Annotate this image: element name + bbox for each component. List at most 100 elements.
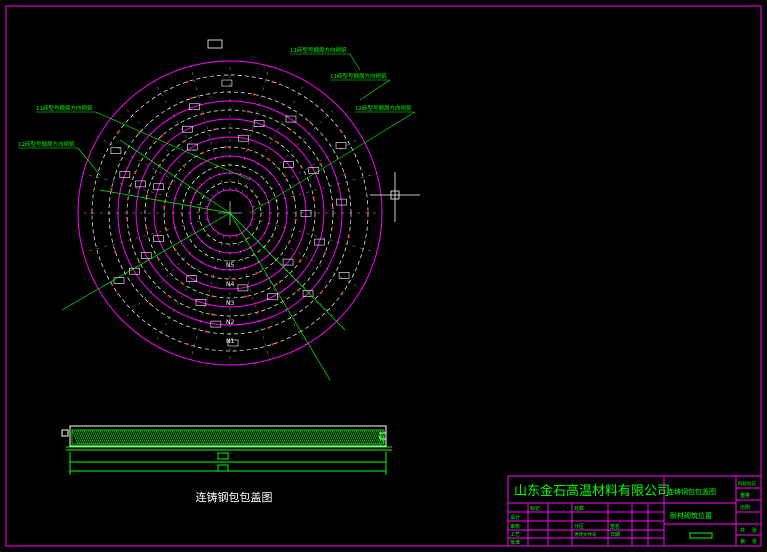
- brick-accent: [247, 148, 250, 151]
- brick-accent: [331, 206, 334, 209]
- leader-line: [349, 53, 361, 71]
- brick-accent: [190, 265, 193, 268]
- lid-plan-view: 11砖型号顺周方向砌筑 11砖型号顺周方向砌筑 11砖型号顺周方向砌筑 12砖型号顺周…: [18, 39, 420, 381]
- brick-outline: [113, 277, 125, 284]
- radial-line: [252, 173, 377, 208]
- brick-accent: [244, 295, 247, 298]
- leader-label: 11砖型号顺周方向砌筑: [290, 46, 347, 54]
- lifting-lug: [207, 39, 223, 49]
- brick-accent: [253, 93, 256, 96]
- brick-accent: [211, 313, 214, 316]
- brick-accent: [165, 228, 168, 231]
- brick-accent: [224, 146, 227, 149]
- brick-accent: [213, 128, 216, 131]
- brick-accent: [347, 236, 350, 239]
- brick-accent: [134, 171, 137, 174]
- brick-accent: [292, 195, 295, 198]
- ring-mark-label: N1: [226, 338, 234, 345]
- brick-accent: [174, 249, 177, 252]
- leader-line: [95, 111, 251, 181]
- tb-right-label: 张: [752, 527, 757, 534]
- company-name: 山东金石高温材料有限公司: [514, 483, 670, 499]
- tb-col-label: 分区: [574, 523, 584, 530]
- brick-accent: [343, 173, 346, 176]
- brick-accent: [276, 141, 279, 144]
- brick-accent: [190, 97, 193, 100]
- tb-row-label: 工艺: [510, 532, 520, 538]
- leader-line: [229, 212, 346, 331]
- leader-label: 12砖型号顺周方向砌筑: [18, 140, 75, 148]
- title-block: 山东金石高温材料有限公司 连铸钢包包盖图 耐材砌筑位置 设计 审核 工艺 批准 …: [507, 475, 762, 547]
- tb-col-label: 标记: [530, 505, 540, 512]
- brick-accent: [256, 272, 259, 275]
- sheet-border: [5, 5, 762, 547]
- ring-mark-label: N5: [226, 262, 234, 269]
- brick-accent: [91, 212, 93, 214]
- brick-accent: [271, 80, 274, 83]
- brick-outline: [110, 147, 122, 154]
- brick-accent: [271, 343, 274, 346]
- brick-accent: [168, 295, 171, 298]
- tb-right-label: 阶段标记: [738, 480, 756, 487]
- leader-line: [249, 111, 416, 214]
- leader-line: [359, 79, 391, 101]
- tb-right-label: 张: [752, 538, 757, 545]
- tb-col-label: 更改文件号: [574, 531, 597, 538]
- cad-drawing-canvas: 11砖型号顺周方向砌筑 11砖型号顺周方向砌筑 11砖型号顺周方向砌筑 12砖型号顺周…: [5, 5, 762, 547]
- brick-accent: [312, 196, 315, 199]
- ring-mark-label: N2: [226, 319, 234, 326]
- brick-accent: [211, 295, 214, 298]
- brick-accent: [267, 326, 270, 329]
- brick-accent: [246, 128, 249, 131]
- brick-accent: [297, 289, 300, 292]
- radial-line: [190, 235, 225, 360]
- tb-right-label: 重量: [740, 492, 750, 499]
- brick-accent: [145, 194, 148, 197]
- tb-col-label: 日期: [610, 532, 620, 538]
- brick-accent: [340, 130, 343, 133]
- brick-outline: [221, 79, 233, 87]
- brick-outline: [335, 142, 347, 149]
- lid-section-view: [61, 425, 392, 475]
- brick-accent: [283, 174, 286, 177]
- brick-accent: [275, 283, 278, 286]
- brick-accent: [181, 282, 184, 285]
- brick-accent: [367, 212, 369, 214]
- drawing-caption: 连铸钢包包盖图: [196, 490, 273, 504]
- brick-accent: [148, 302, 151, 305]
- ring-mark-label: N4: [226, 281, 234, 288]
- brick-accent: [312, 229, 315, 232]
- brick-accent: [160, 134, 163, 137]
- brick-accent: [289, 128, 292, 131]
- tb-row-label: 审核: [510, 523, 520, 530]
- ring-mark-label: N3: [226, 300, 234, 307]
- tb-right-label: 比例: [740, 504, 750, 511]
- brick-accent: [145, 227, 148, 230]
- radial-line: [235, 66, 270, 191]
- leader-label: 12砖型号顺周方向砌筑: [355, 104, 412, 112]
- brick-accent: [299, 259, 302, 262]
- brick-accent: [117, 293, 120, 296]
- brick-accent: [309, 121, 312, 124]
- brick-accent: [288, 240, 291, 243]
- brick-accent: [294, 218, 297, 221]
- brick-accent: [182, 140, 185, 143]
- leader-label: 11砖型号顺周方向砌筑: [330, 72, 387, 80]
- brick-accent: [319, 292, 322, 295]
- brick-accent: [300, 165, 303, 168]
- brick-accent: [319, 162, 322, 165]
- brick-accent: [340, 293, 343, 296]
- tb-row-label: 批准: [510, 539, 520, 546]
- brick-accent: [233, 277, 236, 280]
- brick-accent: [204, 330, 207, 333]
- title-subtitle: 耐材砌筑位置: [670, 511, 712, 520]
- brick-accent: [117, 130, 120, 133]
- brick-accent: [169, 183, 172, 186]
- brick-outline: [338, 272, 350, 279]
- tb-col-label: 处数: [574, 505, 584, 512]
- brick-accent: [201, 112, 204, 115]
- leader-label: 11砖型号顺周方向砌筑: [36, 104, 93, 112]
- brick-accent: [138, 261, 141, 264]
- brick-accent: [323, 252, 326, 255]
- tb-row-label: 设计: [510, 514, 520, 521]
